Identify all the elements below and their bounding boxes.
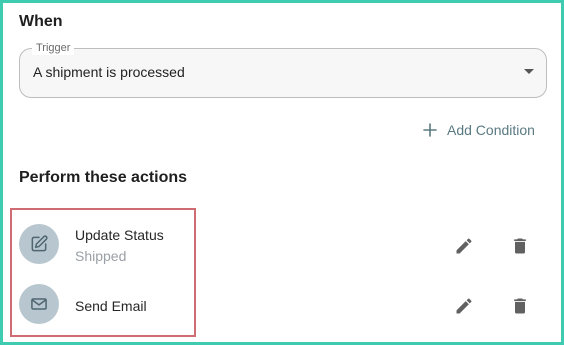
actions-section-title: Perform these actions <box>19 169 188 186</box>
when-section-title: When <box>19 13 63 30</box>
edit-action-button[interactable] <box>453 235 475 257</box>
action-item-update-status: Update Status Shipped <box>19 219 549 275</box>
trash-icon <box>514 238 526 254</box>
action-item-send-email: Send Email <box>19 279 549 335</box>
edit-action-button[interactable] <box>453 295 475 317</box>
rule-editor-panel: When Trigger A shipment is processed Add… <box>0 0 564 345</box>
trigger-field-label: Trigger <box>32 41 75 55</box>
action-text-group: Send Email <box>75 297 147 315</box>
pencil-icon <box>456 298 472 314</box>
trigger-select[interactable]: Trigger A shipment is processed <box>19 41 547 98</box>
action-text-group: Update Status Shipped <box>75 226 164 265</box>
trash-icon <box>514 298 526 314</box>
action-subtitle: Shipped <box>75 248 127 264</box>
chevron-down-icon <box>524 69 534 74</box>
pencil-icon <box>456 238 472 254</box>
delete-action-button[interactable] <box>509 295 531 317</box>
action-title: Update Status <box>75 227 164 243</box>
add-condition-label: Add Condition <box>447 122 535 138</box>
plus-icon <box>422 122 438 138</box>
add-condition-button[interactable]: Add Condition <box>422 122 535 138</box>
action-title: Send Email <box>75 298 147 314</box>
delete-action-button[interactable] <box>509 235 531 257</box>
edit-square-icon <box>19 224 59 264</box>
trigger-selected-value: A shipment is processed <box>33 64 185 80</box>
mail-icon <box>19 284 59 324</box>
